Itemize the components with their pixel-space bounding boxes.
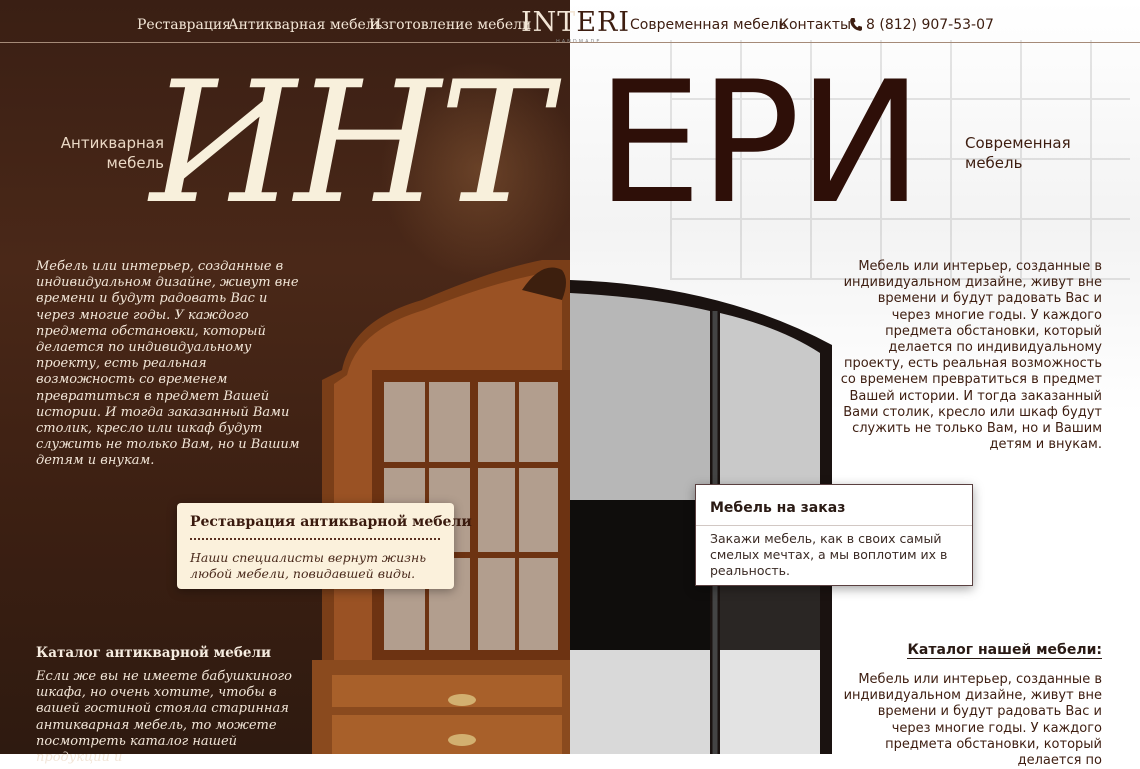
hero-title-left: ИНТ	[150, 45, 551, 241]
restoration-card-title[interactable]: Реставрация антикварной мебели	[190, 514, 472, 530]
dotted-divider	[190, 538, 440, 540]
logo-text-left: INT	[521, 7, 577, 38]
nav-divider	[0, 42, 1140, 43]
custom-furniture-card-text: Закажи мебель, как в своих самый смелых …	[710, 531, 948, 578]
nav-modern-furniture[interactable]: Современная мебель	[630, 17, 787, 33]
card-divider	[696, 525, 972, 526]
logo-text-right: ERI	[576, 7, 631, 38]
custom-furniture-card-title[interactable]: Мебель на заказ	[710, 500, 845, 516]
modern-intro-text: Мебель или интерьер, созданные в индивид…	[840, 259, 1102, 453]
restoration-card-text: Наши специалисты вернут жизнь любой мебе…	[190, 550, 427, 581]
modern-subtitle: Современная мебель	[965, 134, 1071, 172]
logo[interactable]: INTERI HANDMADE	[521, 7, 629, 46]
top-navigation: Реставрация Антикварная мебель Изготовле…	[0, 0, 1140, 46]
nav-restoration[interactable]: Реставрация	[137, 17, 231, 33]
nav-antique-furniture[interactable]: Антикварная мебель	[228, 17, 382, 33]
modern-catalog-title-text[interactable]: Каталог нашей мебели:	[907, 642, 1102, 659]
phone-number: 8 (812) 907-53-07	[866, 17, 994, 33]
custom-furniture-card[interactable]: Мебель на заказ Закажи мебель, как в сво…	[695, 484, 973, 586]
nav-phone-link[interactable]: 8 (812) 907-53-07	[850, 17, 994, 33]
antique-subtitle: Антикварная мебель	[60, 134, 164, 172]
nav-furniture-making[interactable]: Изготовление мебели	[369, 17, 531, 33]
antique-catalog-text: Если же вы не имеете бабушкиного шкафа, …	[36, 669, 292, 766]
restoration-card[interactable]: Реставрация антикварной мебели Наши спец…	[177, 503, 472, 589]
antique-intro-text: Мебель или интерьер, созданные в индивид…	[36, 259, 300, 469]
nav-contacts[interactable]: Контакты	[779, 17, 851, 33]
modern-catalog-text: Мебель или интерьер, созданные в индивид…	[843, 672, 1102, 769]
hero-title-right: ЕРИ	[596, 45, 923, 241]
antique-catalog-title[interactable]: Каталог антикварной мебели	[36, 645, 271, 661]
phone-icon	[850, 18, 862, 31]
modern-catalog-title[interactable]: Каталог нашей мебели:	[880, 642, 1102, 659]
